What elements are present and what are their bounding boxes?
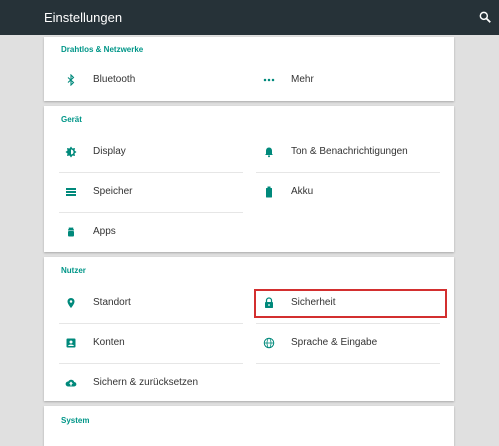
- section-header-wireless: Drahtlos & Netzwerke: [61, 45, 144, 54]
- settings-item-label: Sicherheit: [291, 297, 336, 308]
- bell-icon: [265, 147, 273, 158]
- settings-item-label: Apps: [93, 226, 116, 237]
- section-user: Nutzer Standort Sicherheit Konten Sprach…: [44, 257, 454, 401]
- settings-item-label: Akku: [291, 186, 314, 197]
- settings-item-language[interactable]: Sprache & Eingabe: [242, 324, 442, 362]
- settings-item-label: Standort: [93, 297, 131, 308]
- settings-item-display[interactable]: Display: [44, 133, 244, 171]
- settings-item-location[interactable]: Standort: [44, 284, 244, 322]
- section-device: Gerät Display Ton & Benachrichtigungen S…: [44, 106, 454, 252]
- section-header-system: System: [61, 416, 90, 425]
- search-icon[interactable]: [478, 10, 492, 24]
- settings-item-more[interactable]: Mehr: [242, 61, 442, 99]
- storage-icon: [66, 188, 76, 196]
- app-title: Einstellungen: [44, 10, 123, 25]
- settings-item-label: Mehr: [291, 74, 314, 85]
- app-bar: Einstellungen: [0, 0, 499, 35]
- settings-item-security[interactable]: Sicherheit: [242, 284, 442, 322]
- settings-item-label: Ton & Benachrichtigungen: [291, 146, 408, 157]
- lock-icon: [265, 297, 273, 308]
- settings-item-label: Speicher: [93, 186, 133, 197]
- settings-item-bluetooth[interactable]: Bluetooth: [44, 61, 244, 99]
- battery-icon: [266, 186, 272, 198]
- settings-item-label: Konten: [93, 337, 125, 348]
- settings-item-label: Sichern & zurücksetzen: [93, 377, 199, 388]
- settings-item-accounts[interactable]: Konten: [44, 324, 244, 362]
- android-icon: [68, 227, 74, 237]
- section-header-user: Nutzer: [61, 266, 86, 275]
- section-wireless: Drahtlos & Netzwerke Bluetooth Mehr: [44, 37, 454, 101]
- cloud-upload-icon: [65, 379, 77, 387]
- settings-item-sound[interactable]: Ton & Benachrichtigungen: [242, 133, 452, 171]
- brightness-icon: [65, 146, 77, 158]
- settings-item-label: Sprache & Eingabe: [291, 337, 378, 348]
- location-pin-icon: [67, 298, 75, 308]
- account-box-icon: [66, 338, 76, 348]
- settings-item-label: Bluetooth: [93, 74, 136, 85]
- settings-item-battery[interactable]: Akku: [242, 173, 442, 211]
- section-system: System: [44, 406, 454, 446]
- globe-icon: [263, 337, 275, 349]
- settings-item-storage[interactable]: Speicher: [44, 173, 244, 211]
- settings-item-apps[interactable]: Apps: [44, 213, 244, 251]
- settings-item-label: Display: [93, 146, 126, 157]
- divider: [256, 363, 440, 364]
- more-icon: [263, 78, 275, 82]
- section-header-device: Gerät: [61, 115, 82, 124]
- bluetooth-icon: [67, 74, 75, 86]
- settings-item-backup[interactable]: Sichern & zurücksetzen: [44, 364, 264, 402]
